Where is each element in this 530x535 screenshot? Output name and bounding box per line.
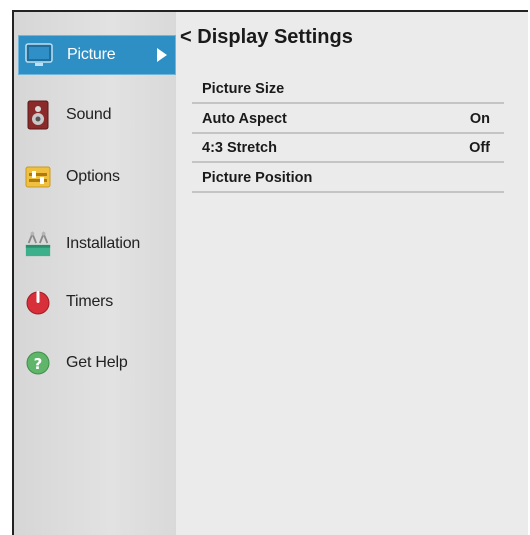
sidebar-item-label: Timers (66, 293, 114, 310)
tv-icon (25, 41, 53, 69)
back-glyph: < (180, 26, 192, 48)
sidebar-item-label: Get Help (66, 354, 128, 371)
svg-text:?: ? (34, 355, 43, 373)
settings-window: Picture Sound Options Installation Timer… (12, 10, 528, 535)
setting-value: On (469, 111, 490, 127)
setting-row-auto-aspect[interactable]: Auto Aspect On (192, 106, 504, 134)
sidebar-item-timers[interactable]: Timers (18, 282, 176, 322)
setting-label: Auto Aspect (202, 111, 287, 127)
timer-icon (24, 288, 52, 316)
page-title[interactable]: < Display Settings (180, 26, 353, 49)
setting-label: Picture Size (202, 81, 285, 97)
setting-row-picture-size[interactable]: Picture Size (192, 76, 504, 104)
chevron-right-icon (157, 48, 167, 62)
speaker-icon (24, 100, 52, 130)
setting-label: 4:3 Stretch (202, 140, 277, 156)
sidebar-item-sound[interactable]: Sound (18, 95, 176, 135)
page-title-text: Display Settings (197, 26, 353, 48)
sidebar-item-label: Installation (66, 235, 141, 252)
help-icon: ? (24, 349, 52, 377)
sidebar-item-picture[interactable]: Picture (18, 35, 176, 75)
sidebar-item-options[interactable]: Options (18, 157, 176, 197)
setting-row-4-3-stretch[interactable]: 4:3 Stretch Off (192, 135, 504, 163)
sidebar-item-get-help[interactable]: ? Get Help (18, 343, 176, 383)
sidebar-item-label: Picture (67, 46, 116, 63)
display-settings-panel: < Display Settings Picture Size Auto Asp… (176, 12, 528, 535)
options-icon (24, 163, 52, 191)
sidebar: Picture Sound Options Installation Timer… (14, 12, 176, 535)
sidebar-item-label: Options (66, 168, 120, 185)
setting-label: Picture Position (202, 170, 313, 186)
installation-icon (24, 230, 52, 258)
sidebar-item-label: Sound (66, 106, 112, 123)
setting-value: Off (469, 140, 490, 156)
sidebar-item-installation[interactable]: Installation (18, 224, 176, 264)
setting-row-picture-position[interactable]: Picture Position (192, 165, 504, 193)
